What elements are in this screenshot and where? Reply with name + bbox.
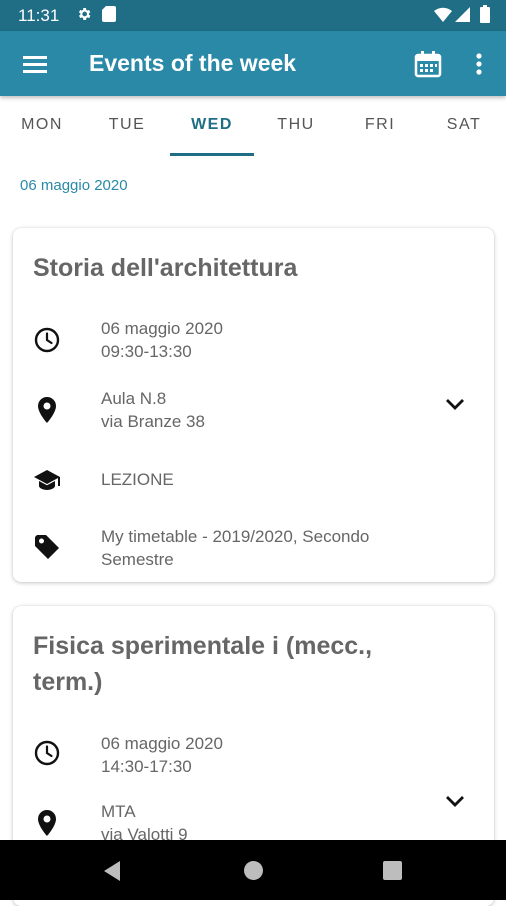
day-tabs: MON TUE WED THU FRI SAT: [0, 96, 506, 156]
event-tags: My timetable - 2019/2020, Secondo Semest…: [101, 525, 471, 571]
battery-icon: [480, 5, 490, 28]
status-time: 11:31: [18, 6, 60, 25]
event-tag-line: Semestre: [101, 550, 174, 569]
signal-icon: [455, 7, 470, 27]
location-pin-icon: [33, 809, 61, 837]
wifi-icon: [434, 7, 452, 27]
tab-thu[interactable]: THU: [254, 116, 338, 134]
status-bar: 11:31: [0, 0, 506, 31]
event-address: via Branze 38: [101, 412, 205, 431]
active-tab-indicator: [170, 153, 254, 156]
tab-tue[interactable]: TUE: [85, 116, 169, 134]
event-tag-line: My timetable - 2019/2020, Secondo: [101, 527, 370, 546]
chevron-down-icon[interactable]: [443, 392, 467, 416]
chevron-down-icon[interactable]: [443, 789, 467, 813]
recents-square-icon[interactable]: [383, 861, 402, 885]
event-date: 06 maggio 2020: [101, 319, 223, 338]
event-datetime: 06 maggio 2020 14:30-17:30: [101, 732, 471, 778]
tab-wed[interactable]: WED: [170, 116, 254, 134]
event-title: Storia dell'architettura: [33, 254, 298, 282]
event-time: 14:30-17:30: [101, 757, 192, 776]
tag-icon: [33, 533, 61, 561]
event-room: Aula N.8: [101, 389, 167, 408]
home-circle-icon[interactable]: [243, 860, 264, 886]
tab-sat[interactable]: SAT: [422, 116, 506, 134]
calendar-icon[interactable]: [409, 45, 447, 83]
event-room: MTA: [101, 802, 136, 821]
date-header: 06 maggio 2020: [20, 177, 128, 194]
event-date: 06 maggio 2020: [101, 734, 223, 753]
event-datetime: 06 maggio 2020 09:30-13:30: [101, 317, 471, 363]
event-location: Aula N.8 via Branze 38: [101, 387, 471, 433]
graduation-cap-icon: [33, 466, 61, 494]
back-triangle-icon[interactable]: [102, 860, 122, 887]
hamburger-menu-icon[interactable]: [16, 45, 54, 83]
event-title: Fisica sperimentale i (mecc., term.): [33, 632, 373, 696]
tab-mon[interactable]: MON: [0, 116, 84, 134]
location-pin-icon: [33, 396, 61, 424]
app-bar: Events of the week: [0, 31, 506, 96]
page-title: Events of the week: [89, 50, 297, 76]
event-type: LEZIONE: [101, 470, 174, 489]
gear-icon: [76, 6, 92, 27]
system-nav-bar: [0, 840, 506, 900]
event-card[interactable]: Storia dell'architettura 06 maggio 2020 …: [13, 228, 494, 582]
event-time: 09:30-13:30: [101, 342, 192, 361]
more-vert-icon[interactable]: [460, 45, 498, 83]
clock-icon: [33, 739, 61, 767]
tab-fri[interactable]: FRI: [338, 116, 422, 134]
clock-icon: [33, 326, 61, 354]
sd-card-icon: [102, 6, 116, 27]
